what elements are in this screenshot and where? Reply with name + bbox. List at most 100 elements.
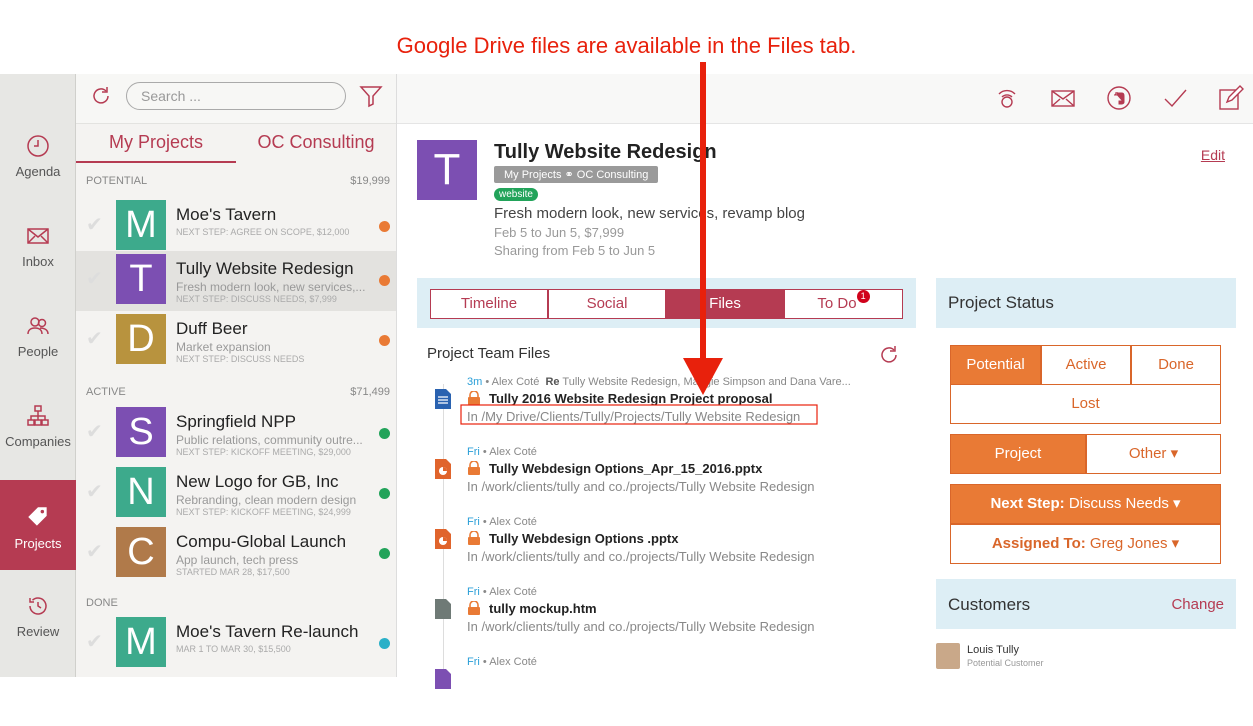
nav-inbox[interactable]: Inbox <box>0 224 76 314</box>
section-header-active: ACTIVE $71,499 <box>86 386 390 398</box>
file-name[interactable]: Tully Webdesign Options .pptx <box>489 531 678 546</box>
tab-todo[interactable]: To Do 1 <box>784 289 903 319</box>
customers-header: Customers Change <box>936 579 1236 629</box>
project-list-subtitle: Rebranding, clean modern design <box>176 493 357 507</box>
status-done-button[interactable]: Done <box>1131 345 1221 385</box>
refresh-files-icon[interactable] <box>877 343 901 367</box>
next-step-dropdown[interactable]: Next Step: Discuss Needs ▾ <box>950 484 1221 524</box>
status-dot <box>379 275 390 286</box>
file-item[interactable]: Fri • Alex Coté Tully Webdesign Options_A… <box>427 446 887 516</box>
status-dot <box>379 638 390 649</box>
file-item[interactable]: Fri • Alex Coté tully mockup.htm In /work/… <box>427 586 887 656</box>
tab-oc-consulting[interactable]: OC Consulting <box>236 132 396 153</box>
search-input[interactable]: Search ... <box>126 82 346 110</box>
file-path: In /work/clients/tully and co./projects/… <box>467 619 815 634</box>
kind-other-dropdown[interactable]: Other ▾ <box>1086 434 1221 474</box>
nav-review[interactable]: Review <box>0 594 76 684</box>
refresh-icon[interactable] <box>89 84 113 108</box>
status-potential-button[interactable]: Potential <box>950 345 1041 385</box>
file-name[interactable]: Tully Webdesign Options_Apr_15_2016.pptx <box>489 461 762 476</box>
file-item[interactable]: 3m • Alex Coté Re Tully Website Redesign… <box>427 376 887 446</box>
project-list-item[interactable]: ✔ N New Logo for GB, Inc Rebranding, clean … <box>76 464 396 524</box>
project-list-item[interactable]: ✔ S Springfield NPP Public relations, commu… <box>76 404 396 464</box>
main-nav: Agenda Inbox People Companies Projects R… <box>0 74 76 677</box>
tab-social[interactable]: Social <box>548 289 666 319</box>
document-icon <box>435 389 451 409</box>
nav-projects[interactable]: Projects <box>0 480 76 570</box>
nav-people-label: People <box>17 344 59 359</box>
project-avatar: T <box>417 140 477 200</box>
file-time: Fri <box>467 446 480 458</box>
complete-check-icon[interactable]: ✔ <box>86 539 103 564</box>
file-meta: Fri • Alex Coté <box>467 446 537 458</box>
project-dates: Feb 5 to Jun 5, $7,999 Sharing from Feb … <box>494 224 655 260</box>
nav-review-label: Review <box>16 624 60 639</box>
assigned-to-dropdown[interactable]: Assigned To: Greg Jones ▾ <box>950 524 1221 564</box>
complete-check-icon[interactable]: ✔ <box>86 326 103 351</box>
nav-agenda[interactable]: Agenda <box>0 134 76 224</box>
file-name[interactable]: tully mockup.htm <box>489 601 597 616</box>
section-total: $71,499 <box>350 386 390 398</box>
file-subject: Tully Website Redesign, Maggie Simpson a… <box>562 376 851 388</box>
project-list-item[interactable]: ✔ D Duff Beer Market expansion NEXT STEP: DI… <box>76 311 396 371</box>
file-path: In /My Drive/Clients/Tully/Projects/Tull… <box>467 409 801 424</box>
customer-row[interactable]: Louis Tully Potential Customer <box>936 643 1236 673</box>
status-active-button[interactable]: Active <box>1041 345 1131 385</box>
project-list-avatar: D <box>116 314 166 364</box>
tag-icon <box>28 507 47 526</box>
checkmark-icon[interactable] <box>1161 84 1189 112</box>
file-item[interactable]: Fri • Alex Coté <box>427 656 887 726</box>
envelope-icon <box>27 228 49 244</box>
complete-check-icon[interactable]: ✔ <box>86 419 103 444</box>
customer-name: Louis Tully <box>967 644 1019 656</box>
project-list-item[interactable]: ✔ M Moe's Tavern NEXT STEP: AGREE ON SCOPE,… <box>76 197 396 257</box>
complete-check-icon[interactable]: ✔ <box>86 212 103 237</box>
evernote-icon[interactable] <box>1105 84 1133 112</box>
project-list-item[interactable]: ✔ T Tully Website Redesign Fresh modern loo… <box>76 251 396 311</box>
edit-link[interactable]: Edit <box>1201 147 1225 163</box>
section-header-potential: POTENTIAL $19,999 <box>86 175 390 187</box>
project-list-subtitle: Market expansion <box>176 340 271 354</box>
section-label: DONE <box>86 597 118 609</box>
project-list-next-step: NEXT STEP: KICKOFF MEETING, $24,999 <box>176 507 351 517</box>
project-list-avatar: T <box>116 254 166 304</box>
complete-check-icon[interactable]: ✔ <box>86 266 103 291</box>
file-author: Alex Coté <box>489 516 537 528</box>
filter-icon[interactable] <box>359 83 383 109</box>
file-name[interactable]: Tully 2016 Website Redesign Project prop… <box>489 391 772 406</box>
tab-files[interactable]: Files <box>666 289 784 319</box>
project-description: Fresh modern look, new services, revamp … <box>494 205 805 222</box>
project-tag[interactable]: website <box>494 188 538 201</box>
complete-check-icon[interactable]: ✔ <box>86 479 103 504</box>
complete-check-icon[interactable]: ✔ <box>86 629 103 654</box>
org-chart-icon <box>27 405 49 426</box>
tab-timeline[interactable]: Timeline <box>430 289 548 319</box>
file-author: Alex Coté <box>489 446 537 458</box>
nav-people[interactable]: People <box>0 314 76 404</box>
project-accounts-pill[interactable]: My Projects ⚭ OC Consulting <box>494 166 659 183</box>
file-item[interactable]: Fri • Alex Coté Tully Webdesign Options .… <box>427 516 887 586</box>
project-list-title: Tully Website Redesign <box>176 259 354 278</box>
project-list-item[interactable]: ✔ C Compu-Global Launch App launch, tech pr… <box>76 524 396 584</box>
nav-companies-label: Companies <box>5 434 71 449</box>
file-path: In /work/clients/tully and co./projects/… <box>467 549 815 564</box>
file-meta: Fri • Alex Coté <box>467 516 537 528</box>
lock-icon <box>468 601 480 615</box>
project-list-avatar: N <box>116 467 166 517</box>
status-dot <box>379 221 390 232</box>
status-lost-button[interactable]: Lost <box>950 384 1221 424</box>
nav-agenda-label: Agenda <box>15 164 61 179</box>
mail-icon[interactable] <box>1049 84 1077 112</box>
broadcast-icon[interactable] <box>993 84 1021 112</box>
project-list-item[interactable]: ✔ M Moe's Tavern Re-launch MAR 1 TO MAR 30,… <box>76 614 396 674</box>
change-customers-link[interactable]: Change <box>1171 596 1224 613</box>
kind-project-button[interactable]: Project <box>950 434 1086 474</box>
files-section-title: Project Team Files <box>427 345 551 362</box>
list-tabs: My Projects OC Consulting <box>76 124 396 174</box>
compose-icon[interactable] <box>1217 84 1245 112</box>
list-toolbar: Search ... <box>76 74 396 124</box>
file-time: Fri <box>467 586 480 598</box>
section-label: ACTIVE <box>86 386 126 398</box>
tab-my-projects[interactable]: My Projects <box>76 132 236 163</box>
next-step-label: Next Step: <box>990 495 1065 512</box>
